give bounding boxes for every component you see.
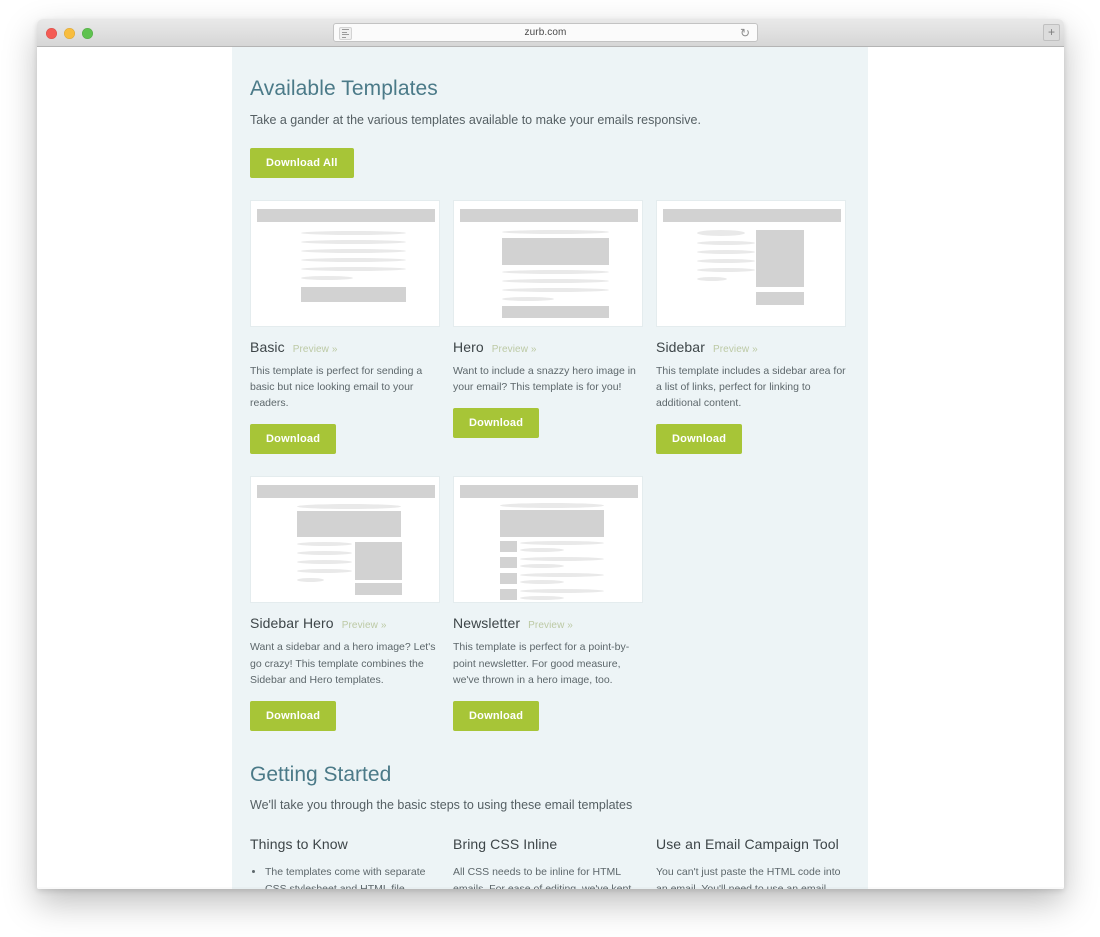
page-viewport: Available Templates Take a gander at the… xyxy=(37,47,1064,889)
close-window-button[interactable] xyxy=(46,28,57,39)
reader-view-icon[interactable] xyxy=(339,27,352,40)
sidebar-hero-card-description: Want a sidebar and a hero image? Let's g… xyxy=(250,641,436,686)
address-url-text: zurb.com xyxy=(524,27,567,38)
list-item: The templates come with separate CSS sty… xyxy=(265,864,440,889)
newsletter-card-title: Newsletter xyxy=(453,615,521,632)
newsletter-wireframe-thumbnail[interactable] xyxy=(453,476,643,604)
template-card-grid: Basic Preview » This template is perfect… xyxy=(250,199,850,754)
browser-titlebar: zurb.com ↻ + xyxy=(37,19,1064,47)
available-templates-title: Available Templates xyxy=(250,77,438,100)
newsletter-card-header: Newsletter Preview » xyxy=(453,615,643,631)
basic-download-button[interactable]: Download xyxy=(250,424,337,455)
template-card-sidebar: Sidebar Preview » This template includes… xyxy=(656,199,846,455)
bring-css-inline-body: All CSS needs to be inline for HTML emai… xyxy=(453,866,632,889)
hero-card-header: Hero Preview » xyxy=(453,339,643,355)
sidebar-hero-card-header: Sidebar Hero Preview » xyxy=(250,615,440,631)
basic-wireframe-thumbnail[interactable] xyxy=(250,199,440,327)
getting-started-section: Getting Started We'll take you through t… xyxy=(250,763,850,889)
getting-started-column-bring-css-inline: Bring CSS Inline All CSS needs to be inl… xyxy=(453,836,643,889)
address-bar[interactable]: zurb.com ↻ xyxy=(333,23,758,42)
sidebar-hero-preview-link[interactable]: Preview » xyxy=(342,620,387,631)
things-to-know-heading: Things to Know xyxy=(250,836,348,853)
browser-window: zurb.com ↻ + Available Templates Take a … xyxy=(37,19,1064,889)
getting-started-columns: Things to Know The templates come with s… xyxy=(250,836,850,889)
download-all-button[interactable]: Download All xyxy=(250,147,354,178)
basic-card-actions: Download xyxy=(250,424,440,455)
template-card-hero: Hero Preview » Want to include a snazzy … xyxy=(453,199,643,455)
template-card-sidebar-hero: Sidebar Hero Preview » Want a sidebar an… xyxy=(250,476,440,732)
email-campaign-tool-body: You can't just paste the HTML code into … xyxy=(656,866,841,889)
getting-started-column-things-to-know: Things to Know The templates come with s… xyxy=(250,836,440,889)
things-to-know-list: The templates come with separate CSS sty… xyxy=(250,864,440,889)
sidebar-card-description: This template includes a sidebar area fo… xyxy=(656,364,846,410)
newsletter-card-description: This template is perfect for a point-by-… xyxy=(453,641,630,686)
sidebar-card-actions: Download xyxy=(656,424,846,455)
basic-preview-link[interactable]: Preview » xyxy=(293,344,338,355)
hero-card-actions: Download xyxy=(453,408,643,439)
available-templates-subtitle: Take a gander at the various templates a… xyxy=(250,113,701,127)
window-controls xyxy=(46,28,93,39)
getting-started-column-email-campaign-tool: Use an Email Campaign Tool You can't jus… xyxy=(656,836,846,889)
maximize-window-button[interactable] xyxy=(82,28,93,39)
new-tab-button[interactable]: + xyxy=(1043,24,1060,41)
hero-download-button[interactable]: Download xyxy=(453,408,540,439)
hero-card-description: Want to include a snazzy hero image in y… xyxy=(453,364,636,393)
page-content-column: Available Templates Take a gander at the… xyxy=(232,47,868,889)
sidebar-hero-card-title: Sidebar Hero xyxy=(250,615,334,632)
hero-preview-link[interactable]: Preview » xyxy=(492,344,537,355)
sidebar-hero-download-button[interactable]: Download xyxy=(250,701,337,732)
basic-card-description: This template is perfect for sending a b… xyxy=(250,364,423,410)
newsletter-download-button[interactable]: Download xyxy=(453,701,540,732)
template-card-basic: Basic Preview » This template is perfect… xyxy=(250,199,440,455)
reload-icon[interactable]: ↻ xyxy=(739,27,751,39)
hero-card-title: Hero xyxy=(453,338,484,355)
sidebar-wireframe-thumbnail[interactable] xyxy=(656,199,846,327)
sidebar-card-title: Sidebar xyxy=(656,338,705,355)
getting-started-subtitle: We'll take you through the basic steps t… xyxy=(250,798,633,813)
template-card-newsletter: Newsletter Preview » This template is pe… xyxy=(453,476,643,732)
getting-started-title: Getting Started xyxy=(250,763,392,787)
basic-card-header: Basic Preview » xyxy=(250,339,440,355)
bring-css-inline-heading: Bring CSS Inline xyxy=(453,836,558,853)
sidebar-preview-link[interactable]: Preview » xyxy=(713,344,758,355)
email-campaign-tool-heading: Use an Email Campaign Tool xyxy=(656,836,839,853)
minimize-window-button[interactable] xyxy=(64,28,75,39)
sidebar-card-header: Sidebar Preview » xyxy=(656,339,846,355)
sidebar-hero-card-actions: Download xyxy=(250,701,440,732)
sidebar-hero-wireframe-thumbnail[interactable] xyxy=(250,476,440,604)
newsletter-preview-link[interactable]: Preview » xyxy=(528,620,573,631)
newsletter-card-actions: Download xyxy=(453,701,643,732)
basic-card-title: Basic xyxy=(250,338,285,355)
hero-wireframe-thumbnail[interactable] xyxy=(453,199,643,327)
sidebar-download-button[interactable]: Download xyxy=(656,424,743,455)
